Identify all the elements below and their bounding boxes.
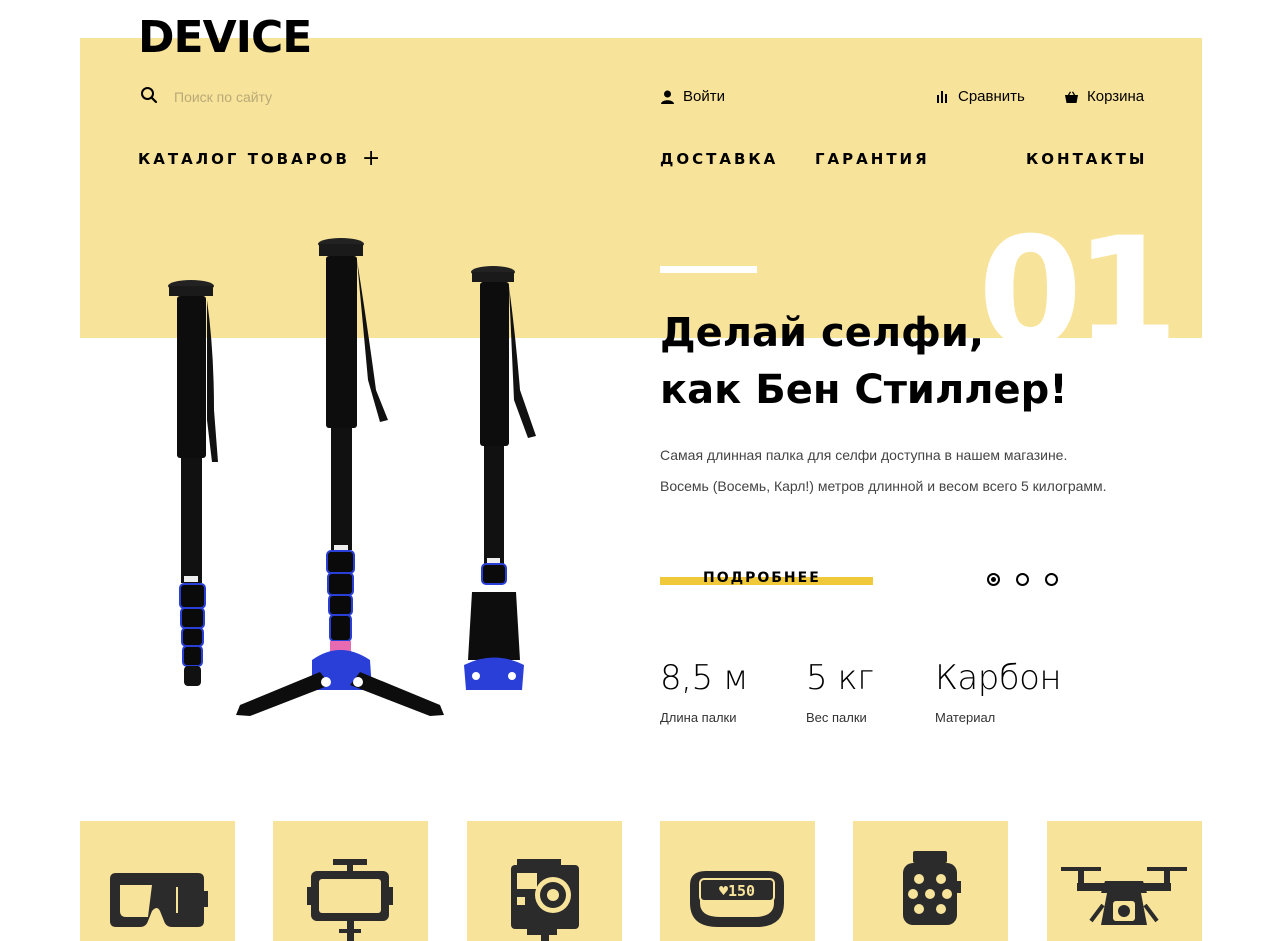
compare-link[interactable]: Сравнить: [937, 88, 1025, 105]
category-tile-smartwatches[interactable]: [853, 821, 1008, 941]
search-icon[interactable]: [140, 86, 158, 108]
spec-label: Материал: [935, 710, 996, 725]
monopod-collapsed-image: [168, 280, 218, 686]
slide-description-line: Самая длинная палка для селфи доступна в…: [660, 447, 1068, 463]
category-tile-vr[interactable]: [80, 821, 235, 941]
fitness-band-icon: ♥150: [690, 871, 784, 927]
category-tile-drones[interactable]: [1047, 821, 1202, 941]
spec-value: Карбон: [935, 658, 1062, 698]
fitness-band-display: ♥150: [719, 882, 755, 900]
login-link[interactable]: Войти: [661, 88, 725, 105]
category-tiles: ♥150: [80, 821, 1202, 941]
selfie-stick-product-image: [168, 238, 536, 716]
bar-chart-icon: [937, 90, 947, 103]
smartwatch-icon: [903, 851, 961, 925]
nav-catalog[interactable]: КАТАЛОГ ТОВАРОВ +: [138, 148, 380, 170]
slide-description: Самая длинная палка для селфи доступна в…: [660, 440, 1180, 502]
selfie-stick-icon: [307, 859, 393, 941]
plus-icon[interactable]: +: [362, 148, 380, 170]
spec-weight: 5 кг Вес палки: [806, 656, 874, 725]
basket-icon: [1065, 90, 1078, 103]
nav-contacts[interactable]: КОНТАКТЫ: [1026, 150, 1147, 168]
slider-dot[interactable]: [987, 573, 1000, 586]
slide-title-line: как Бен Стиллер!: [660, 367, 1068, 413]
site-logo[interactable]: DEVICE: [138, 12, 312, 64]
slider-dots: [987, 573, 1058, 586]
spec-label: Длина палки: [660, 710, 737, 725]
category-tile-action-cameras[interactable]: [467, 821, 622, 941]
slide-title-line: Делай селфи,: [660, 310, 985, 356]
title-accent-line: [660, 266, 757, 273]
more-button-label: ПОДРОБНЕЕ: [703, 570, 821, 586]
slide-title: Делай селфи, как Бен Стиллер!: [660, 305, 1180, 419]
spec-value: 8,5 м: [660, 658, 749, 698]
drone-icon: [1061, 867, 1187, 925]
slide-description-line: Восемь (Восемь, Карл!) метров длинной и …: [660, 478, 1107, 494]
monopod-folded-tripod-image: [464, 266, 536, 690]
slider-dot[interactable]: [1045, 573, 1058, 586]
spec-material: Карбон Материал: [935, 656, 1062, 725]
user-icon: [661, 90, 674, 104]
login-label: Войти: [683, 88, 725, 105]
search-form: [140, 86, 374, 108]
action-camera-icon: [511, 859, 579, 941]
category-tile-selfie-sticks[interactable]: [273, 821, 428, 941]
nav-warranty[interactable]: ГАРАНТИЯ: [815, 150, 930, 168]
nav-catalog-label: КАТАЛОГ ТОВАРОВ: [138, 150, 350, 168]
vr-headset-icon: [110, 873, 208, 927]
monopod-tripod-image: [236, 238, 444, 716]
nav-delivery[interactable]: ДОСТАВКА: [660, 150, 778, 168]
search-input[interactable]: [174, 89, 374, 105]
slider-dot[interactable]: [1016, 573, 1029, 586]
compare-label: Сравнить: [958, 88, 1025, 105]
spec-label: Вес палки: [806, 710, 867, 725]
spec-value: 5 кг: [806, 658, 874, 698]
cart-link[interactable]: Корзина: [1065, 88, 1144, 105]
category-tile-fitness-bands[interactable]: ♥150: [660, 821, 815, 941]
spec-length: 8,5 м Длина палки: [660, 656, 749, 725]
cart-label: Корзина: [1087, 88, 1145, 105]
more-button[interactable]: ПОДРОБНЕЕ: [660, 568, 873, 590]
